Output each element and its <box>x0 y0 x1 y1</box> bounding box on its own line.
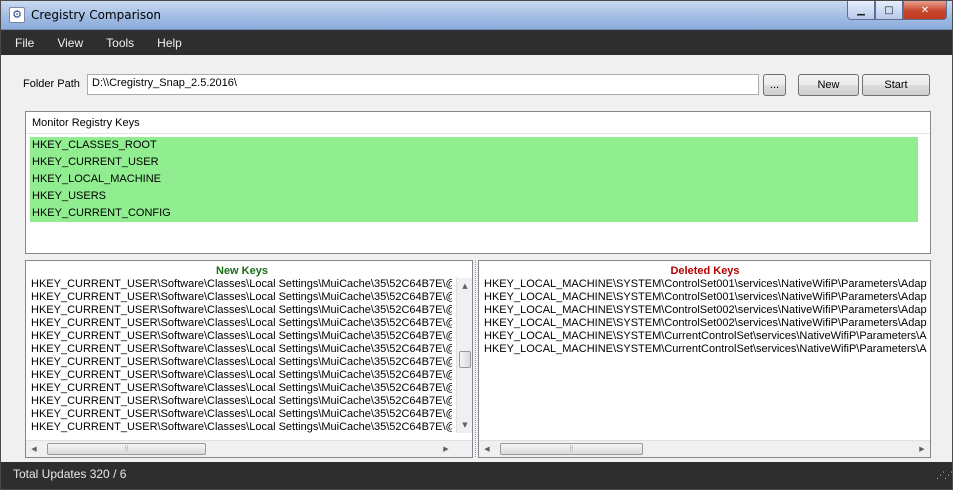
list-item[interactable]: HKEY_CURRENT_USER\Software\Classes\Local… <box>31 330 452 343</box>
maximize-icon: □ <box>884 4 894 16</box>
deleted-keys-list: HKEY_LOCAL_MACHINE\SYSTEM\ControlSet001\… <box>484 278 927 356</box>
list-item[interactable]: HKEY_LOCAL_MACHINE\SYSTEM\CurrentControl… <box>484 330 927 343</box>
title-bar[interactable]: ⚙ Cregistry Comparison ▁ □ ✕ <box>1 1 952 30</box>
registry-key-list: HKEY_CLASSES_ROOT HKEY_CURRENT_USER HKEY… <box>30 137 918 222</box>
list-item[interactable]: HKEY_LOCAL_MACHINE\SYSTEM\ControlSet002\… <box>484 317 927 330</box>
browse-button[interactable]: ... <box>763 74 786 96</box>
close-icon: ✕ <box>920 4 930 16</box>
list-item[interactable]: HKEY_CURRENT_USER\Software\Classes\Local… <box>31 382 452 395</box>
monitor-header: Monitor Registry Keys <box>26 112 930 134</box>
new-button[interactable]: New <box>798 74 859 96</box>
scroll-right-arrow-icon[interactable]: ▶ <box>438 441 454 457</box>
new-keys-panel[interactable]: New Keys HKEY_CURRENT_USER\Software\Clas… <box>25 260 473 458</box>
scroll-thumb[interactable]: ⦙⦙ <box>47 443 206 455</box>
new-keys-list: HKEY_CURRENT_USER\Software\Classes\Local… <box>31 278 452 434</box>
list-item[interactable]: HKEY_CURRENT_USER\Software\Classes\Local… <box>31 343 452 356</box>
main-window: ⚙ Cregistry Comparison ▁ □ ✕ File View T… <box>0 0 953 490</box>
list-item[interactable]: HKEY_CURRENT_USER\Software\Classes\Local… <box>31 408 452 421</box>
list-item[interactable]: HKEY_CURRENT_USER\Software\Classes\Local… <box>31 356 452 369</box>
deleted-keys-panel[interactable]: Deleted Keys HKEY_LOCAL_MACHINE\SYSTEM\C… <box>478 260 931 458</box>
caption-buttons: ▁ □ ✕ <box>847 1 947 21</box>
menu-tools[interactable]: Tools <box>106 36 134 50</box>
list-item[interactable]: HKEY_CURRENT_USER\Software\Classes\Local… <box>31 278 452 291</box>
scroll-down-arrow-icon[interactable]: ▼ <box>457 417 472 433</box>
new-keys-horizontal-scrollbar[interactable]: ◀ ⦙⦙ ▶ <box>26 440 472 457</box>
scroll-left-arrow-icon[interactable]: ◀ <box>26 441 42 457</box>
list-item[interactable]: HKEY_LOCAL_MACHINE\SYSTEM\ControlSet001\… <box>484 278 927 291</box>
list-item[interactable]: HKEY_CURRENT_USER\Software\Classes\Local… <box>31 421 452 434</box>
registry-key-item[interactable]: HKEY_CURRENT_USER <box>30 154 918 171</box>
scroll-left-arrow-icon[interactable]: ◀ <box>479 441 495 457</box>
deleted-keys-title: Deleted Keys <box>670 265 740 277</box>
maximize-button[interactable]: □ <box>875 1 903 20</box>
folder-path-label: Folder Path <box>23 78 80 90</box>
minimize-button[interactable]: ▁ <box>847 1 875 20</box>
new-keys-title: New Keys <box>216 265 268 277</box>
list-item[interactable]: HKEY_LOCAL_MACHINE\SYSTEM\ControlSet001\… <box>484 291 927 304</box>
scroll-right-arrow-icon[interactable]: ▶ <box>914 441 930 457</box>
monitor-registry-keys-list[interactable]: Monitor Registry Keys HKEY_CLASSES_ROOT … <box>25 111 931 254</box>
deleted-keys-horizontal-scrollbar[interactable]: ◀ ⦙⦙ ▶ <box>479 440 930 457</box>
menu-help[interactable]: Help <box>157 36 182 50</box>
registry-key-item[interactable]: HKEY_CLASSES_ROOT <box>30 137 918 154</box>
list-item[interactable]: HKEY_CURRENT_USER\Software\Classes\Local… <box>31 369 452 382</box>
registry-key-item[interactable]: HKEY_CURRENT_CONFIG <box>30 205 918 222</box>
list-item[interactable]: HKEY_CURRENT_USER\Software\Classes\Local… <box>31 317 452 330</box>
close-button[interactable]: ✕ <box>903 1 947 20</box>
list-item[interactable]: HKEY_CURRENT_USER\Software\Classes\Local… <box>31 291 452 304</box>
list-item[interactable]: HKEY_CURRENT_USER\Software\Classes\Local… <box>31 395 452 408</box>
total-updates-status: Total Updates 320 / 6 <box>13 467 127 481</box>
minimize-icon: ▁ <box>857 4 865 16</box>
resize-grip-icon[interactable]: ⋰⋰ <box>936 472 953 484</box>
folder-path-input[interactable]: D:\\Cregistry_Snap_2.5.2016\ <box>87 74 759 95</box>
list-item[interactable]: HKEY_CURRENT_USER\Software\Classes\Local… <box>31 304 452 317</box>
menu-view[interactable]: View <box>57 36 83 50</box>
scroll-up-arrow-icon[interactable]: ▲ <box>457 278 472 294</box>
registry-key-item[interactable]: HKEY_LOCAL_MACHINE <box>30 171 918 188</box>
menu-file[interactable]: File <box>15 36 34 50</box>
status-bar: Total Updates 320 / 6 ⋰⋰ <box>1 462 953 489</box>
list-item[interactable]: HKEY_LOCAL_MACHINE\SYSTEM\CurrentControl… <box>484 343 927 356</box>
start-button[interactable]: Start <box>862 74 930 96</box>
list-item[interactable]: HKEY_LOCAL_MACHINE\SYSTEM\ControlSet002\… <box>484 304 927 317</box>
window-title: Cregistry Comparison <box>31 8 162 22</box>
new-keys-vertical-scrollbar[interactable]: ▲ ▼ <box>456 278 472 433</box>
registry-app-icon: ⚙ <box>9 7 25 23</box>
menu-bar: File View Tools Help <box>1 30 952 55</box>
scroll-thumb[interactable] <box>459 351 471 368</box>
registry-key-item[interactable]: HKEY_USERS <box>30 188 918 205</box>
scroll-thumb[interactable]: ⦙⦙ <box>500 443 643 455</box>
